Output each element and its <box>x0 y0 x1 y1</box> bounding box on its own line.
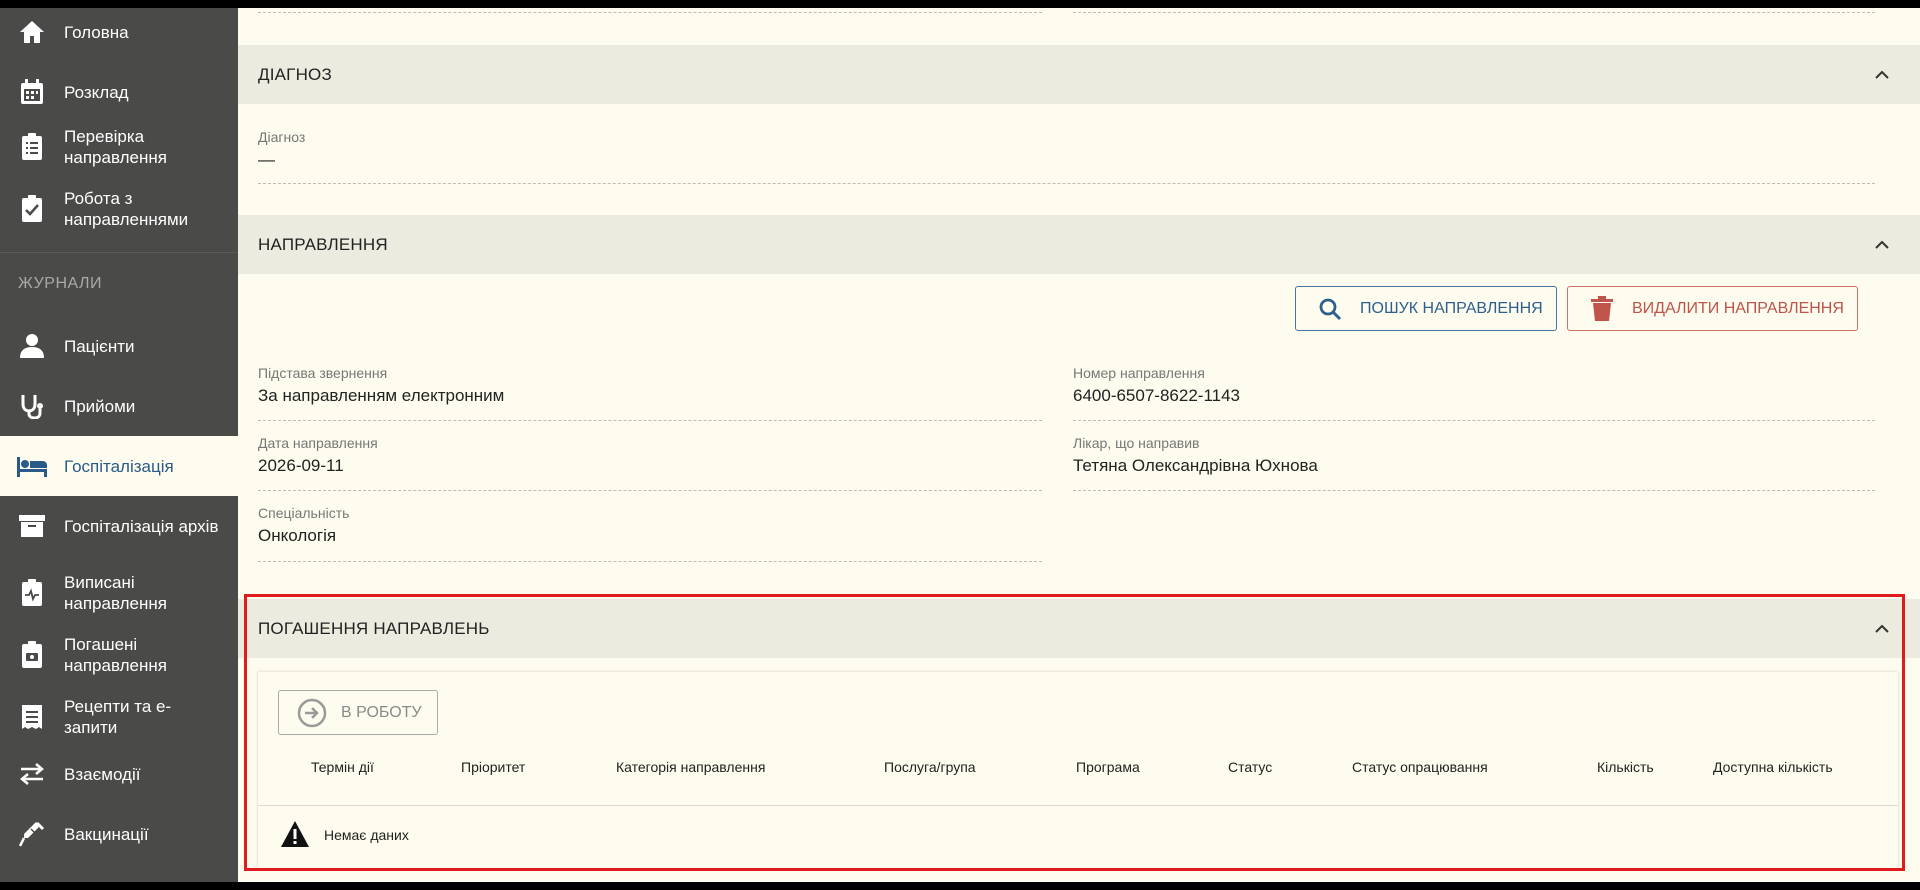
sidebar-item-patients[interactable]: Пацієнти <box>0 326 238 366</box>
archive-icon <box>16 510 48 542</box>
field-divider <box>1073 420 1875 421</box>
sidebar-item-issued-referrals[interactable]: Виписані направлення <box>0 568 238 618</box>
receipt-icon <box>16 701 48 733</box>
bed-icon <box>16 450 48 482</box>
button-label: В РОБОТУ <box>341 703 422 721</box>
sidebar-item-vaccinations[interactable]: Вакцинації <box>0 814 238 854</box>
sidebar-item-interactions[interactable]: Взаємодії <box>0 754 238 794</box>
referral-number-label: Номер направлення <box>1073 365 1205 381</box>
repayment-table-card: В РОБОТУ Термін дії Пріоритет Категорія … <box>258 672 1898 868</box>
no-data-message: Немає даних <box>280 820 409 850</box>
field-divider <box>258 420 1042 421</box>
column-header[interactable]: Статус <box>1228 759 1272 775</box>
sidebar-item-hospitalization-archive[interactable]: Госпіталізація архів <box>0 506 238 546</box>
clipboard-check-icon <box>16 193 48 225</box>
arrow-circle-right-icon <box>297 698 327 728</box>
specialty-label: Спеціальність <box>258 505 350 521</box>
column-header[interactable]: Послуга/група <box>884 759 976 775</box>
button-label: ВИДАЛИТИ НАПРАВЛЕННЯ <box>1632 299 1844 317</box>
column-header[interactable]: Програма <box>1076 759 1140 775</box>
sidebar-item-label: Вакцинації <box>64 824 149 844</box>
repayment-section-header[interactable]: ПОГАШЕННЯ НАПРАВЛЕНЬ <box>238 599 1920 658</box>
search-referral-button[interactable]: ПОШУК НАПРАВЛЕННЯ <box>1295 286 1557 331</box>
clipboard-repaid-icon <box>16 639 48 671</box>
diagnosis-value: — <box>258 150 275 169</box>
sidebar-item-label: Взаємодії <box>64 764 141 784</box>
trash-icon <box>1588 295 1616 323</box>
column-header[interactable]: Пріоритет <box>461 759 525 775</box>
sidebar-item-label: Розклад <box>64 82 129 102</box>
table-header-divider <box>258 805 1898 806</box>
syringe-icon <box>16 818 48 850</box>
chevron-up-icon[interactable] <box>1874 237 1890 253</box>
sidebar-item-label: Погашені направлення <box>64 635 167 675</box>
take-to-work-button[interactable]: В РОБОТУ <box>278 690 438 735</box>
main-content: ДІАГНОЗ Діагноз — НАПРАВЛЕННЯ ПОШУК НАПР… <box>238 8 1920 882</box>
column-header[interactable]: Термін дії <box>311 759 374 775</box>
sidebar-item-hospitalization[interactable]: Госпіталізація <box>0 436 238 496</box>
sidebar-item-appointments[interactable]: Прийоми <box>0 386 238 426</box>
field-divider <box>1073 12 1875 13</box>
referral-date-value: 2026-09-11 <box>258 456 344 475</box>
basis-label: Підстава звернення <box>258 365 388 381</box>
sidebar-item-label: Головна <box>64 22 129 42</box>
sidebar-item-label: Госпіталізація архів <box>64 516 219 536</box>
referral-section-header[interactable]: НАПРАВЛЕННЯ <box>238 215 1920 274</box>
calendar-icon <box>16 76 48 108</box>
diagnosis-label: Діагноз <box>258 129 306 145</box>
referral-date-label: Дата направлення <box>258 435 378 451</box>
field-divider <box>1073 490 1875 491</box>
user-icon <box>16 330 48 362</box>
sidebar: Головна Розклад Перевірка направлення Ро… <box>0 8 238 882</box>
basis-value: За направленням електронним <box>258 386 505 405</box>
specialty-value: Онкологія <box>258 526 337 545</box>
section-title: ПОГАШЕННЯ НАПРАВЛЕНЬ <box>258 618 490 638</box>
sidebar-item-repaid-referrals[interactable]: Погашені направлення <box>0 630 238 680</box>
column-header[interactable]: Доступна кількість <box>1713 759 1833 775</box>
search-icon <box>1316 295 1344 323</box>
sidebar-item-label: Пацієнти <box>64 336 135 356</box>
diagnosis-section-header[interactable]: ДІАГНОЗ <box>238 45 1920 104</box>
referring-doctor-label: Лікар, що направив <box>1073 435 1200 451</box>
field-divider <box>258 183 1875 184</box>
clipboard-list-icon <box>16 131 48 163</box>
sidebar-item-schedule[interactable]: Розклад <box>0 72 238 112</box>
section-title: ДІАГНОЗ <box>258 64 332 84</box>
sidebar-item-label: Виписані направлення <box>64 573 167 613</box>
stethoscope-icon <box>16 390 48 422</box>
section-title: НАПРАВЛЕННЯ <box>258 234 388 254</box>
sidebar-item-label: Рецепти та е-запити <box>64 697 172 737</box>
referring-doctor-value: Тетяна Олександрівна Юхнова <box>1073 456 1318 475</box>
sidebar-divider <box>0 252 238 253</box>
column-header[interactable]: Кількість <box>1597 759 1654 775</box>
sidebar-item-home[interactable]: Головна <box>0 12 238 52</box>
exchange-icon <box>16 758 48 790</box>
button-label: ПОШУК НАПРАВЛЕННЯ <box>1360 299 1543 317</box>
warning-icon <box>280 820 310 850</box>
no-data-label: Немає даних <box>324 827 409 843</box>
sidebar-item-prescriptions[interactable]: Рецепти та е-запити <box>0 692 238 742</box>
sidebar-item-label: Робота з направленнями <box>64 189 189 229</box>
sidebar-item-referral-check[interactable]: Перевірка направлення <box>0 122 238 172</box>
sidebar-item-referral-work[interactable]: Робота з направленнями <box>0 184 238 234</box>
field-divider <box>258 490 1042 491</box>
sidebar-item-label: Госпіталізація <box>64 456 174 476</box>
home-icon <box>16 16 48 48</box>
clipboard-pulse-icon <box>16 577 48 609</box>
delete-referral-button[interactable]: ВИДАЛИТИ НАПРАВЛЕННЯ <box>1567 286 1858 331</box>
column-header[interactable]: Статус опрацювання <box>1352 759 1488 775</box>
chevron-up-icon[interactable] <box>1874 621 1890 637</box>
field-divider <box>258 12 1042 13</box>
sidebar-item-label: Прийоми <box>64 396 136 416</box>
sidebar-item-label: Перевірка направлення <box>64 127 167 167</box>
chevron-up-icon[interactable] <box>1874 67 1890 83</box>
referral-number-value: 6400-6507-8622-1143 <box>1073 386 1240 405</box>
field-divider <box>258 561 1042 562</box>
column-header[interactable]: Категорія направлення <box>616 759 765 775</box>
sidebar-group-label: ЖУРНАЛИ <box>18 275 103 292</box>
